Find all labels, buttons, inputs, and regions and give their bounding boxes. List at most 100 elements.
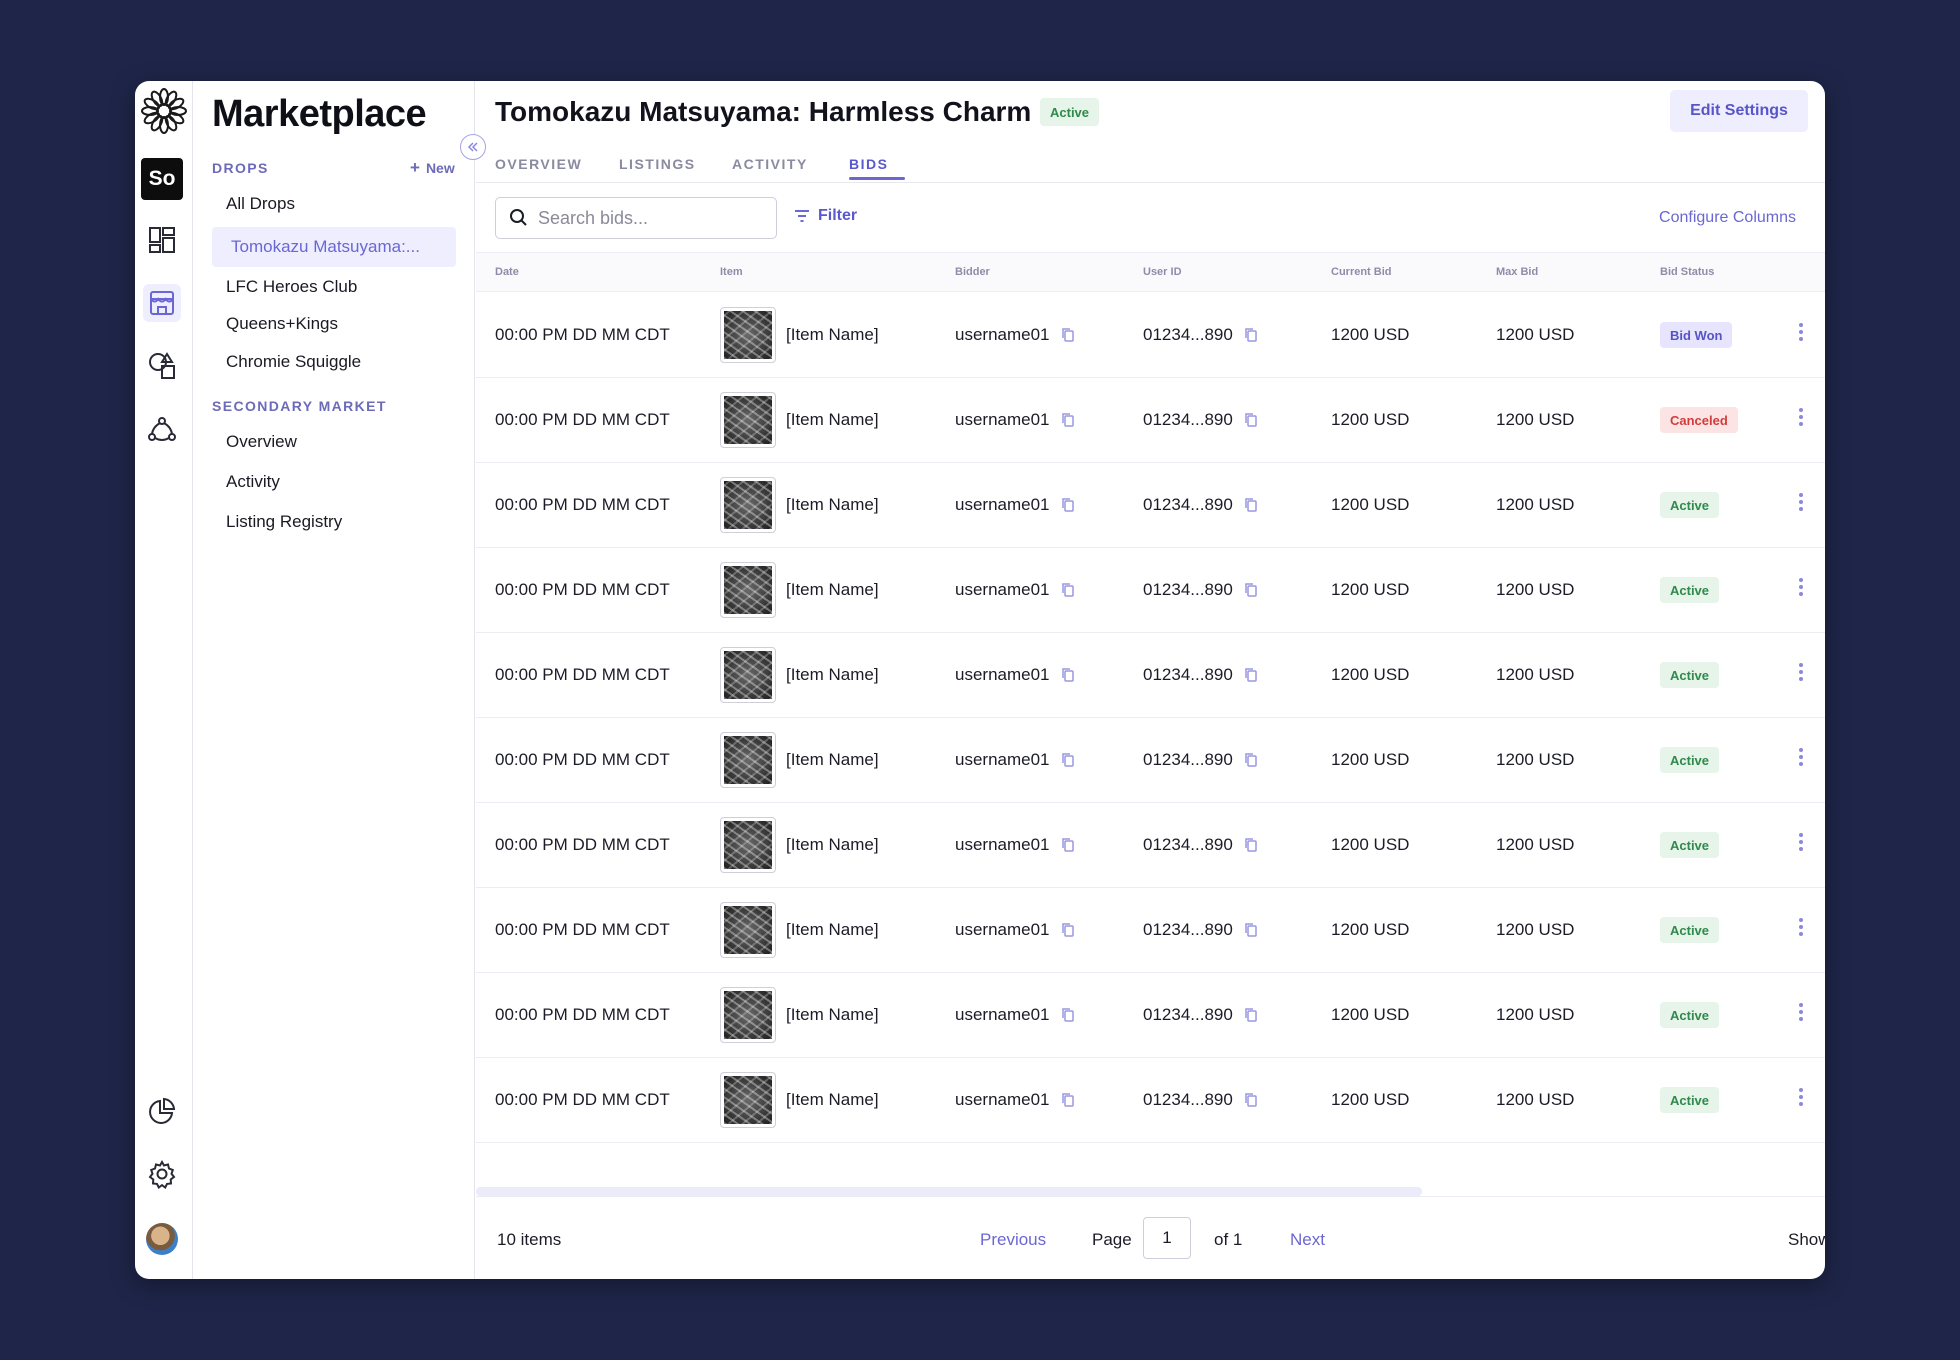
copy-icon[interactable] [1244,922,1258,938]
next-page-button[interactable]: Next [1290,1230,1325,1250]
row-more-icon[interactable] [1799,663,1803,681]
bidder-name: username01 [955,325,1050,344]
copy-icon[interactable] [1244,327,1258,343]
analytics-pie-icon[interactable] [143,1092,181,1130]
column-header-bid-status[interactable]: Bid Status [1660,266,1714,278]
table-row[interactable]: 00:00 PM DD MM CDT [Item Name] username01 0… [476,888,1825,973]
item-cell[interactable]: [Item Name] [720,463,879,547]
item-cell[interactable]: [Item Name] [720,378,879,462]
edit-settings-button[interactable]: Edit Settings [1670,90,1808,132]
copy-icon[interactable] [1061,1092,1075,1108]
copy-icon[interactable] [1061,582,1075,598]
copy-icon[interactable] [1244,412,1258,428]
copy-icon[interactable] [1061,667,1075,683]
copy-icon[interactable] [1244,497,1258,513]
tab-overview[interactable]: OVERVIEW [495,156,582,172]
gear-icon[interactable] [143,1155,181,1193]
table-row[interactable]: 00:00 PM DD MM CDT [Item Name] username01 0… [476,463,1825,548]
marketplace-store-icon[interactable] [143,284,181,322]
column-header-date[interactable]: Date [495,266,519,278]
copy-icon[interactable] [1061,752,1075,768]
copy-icon[interactable] [1061,837,1075,853]
copy-icon[interactable] [1244,752,1258,768]
copy-icon[interactable] [1061,497,1075,513]
copy-icon[interactable] [1244,1092,1258,1108]
bid-status-cell: Active [1660,463,1720,547]
sidebar-item-activity[interactable]: Activity [226,472,280,492]
table-row[interactable]: 00:00 PM DD MM CDT [Item Name] username01 0… [476,548,1825,633]
drops-section-label: DROPS [212,160,269,176]
sidebar-item-chromie-squiggle[interactable]: Chromie Squiggle [226,352,361,372]
copy-icon[interactable] [1061,1007,1075,1023]
copy-icon[interactable] [1061,412,1075,428]
sidebar-item-listing-registry[interactable]: Listing Registry [226,512,342,532]
current-bid: 1200 USD [1331,920,1410,939]
row-more-icon[interactable] [1799,748,1803,766]
row-more-icon[interactable] [1799,493,1803,511]
table-row[interactable]: 00:00 PM DD MM CDT [Item Name] username01 0… [476,718,1825,803]
org-switcher[interactable]: So [141,158,183,200]
table-row[interactable]: 00:00 PM DD MM CDT [Item Name] username01 0… [476,1058,1825,1143]
column-header-user-id[interactable]: User ID [1143,266,1182,278]
dashboard-icon[interactable] [143,221,181,259]
column-header-current-bid[interactable]: Current Bid [1331,266,1392,278]
item-cell[interactable]: [Item Name] [720,888,879,972]
table-row[interactable]: 00:00 PM DD MM CDT [Item Name] username01 0… [476,293,1825,378]
table-row[interactable]: 00:00 PM DD MM CDT [Item Name] username01 0… [476,633,1825,718]
copy-icon[interactable] [1244,1007,1258,1023]
shapes-icon[interactable] [143,347,181,385]
row-more-icon[interactable] [1799,1003,1803,1021]
tab-bids[interactable]: BIDS [849,156,888,172]
item-cell[interactable]: [Item Name] [720,293,879,377]
column-header-item[interactable]: Item [720,266,743,278]
item-cell[interactable]: [Item Name] [720,973,879,1057]
copy-icon[interactable] [1244,667,1258,683]
search-input[interactable] [538,207,758,229]
bidder-cell: username01 [955,548,1075,632]
page-number-input[interactable]: 1 [1143,1217,1191,1259]
sidebar-item-tomokazu[interactable]: Tomokazu Matsuyama:... [212,227,456,267]
bidder-cell: username01 [955,888,1075,972]
sidebar-item-queens-kings[interactable]: Queens+Kings [226,314,338,334]
row-more-icon[interactable] [1799,833,1803,851]
row-more-icon[interactable] [1799,1088,1803,1106]
logo-flower-icon[interactable] [140,87,188,135]
item-cell[interactable]: [Item Name] [720,633,879,717]
column-header-max-bid[interactable]: Max Bid [1496,266,1538,278]
sidebar-item-all-drops[interactable]: All Drops [226,194,295,214]
item-cell[interactable]: [Item Name] [720,803,879,887]
filter-button[interactable]: Filter [794,207,857,225]
tab-activity[interactable]: ACTIVITY [732,156,808,172]
new-drop-button[interactable]: + New [410,159,455,176]
row-more-icon[interactable] [1799,578,1803,596]
bid-status-badge: Active [1660,1087,1720,1113]
copy-icon[interactable] [1244,582,1258,598]
collapse-sidebar-button[interactable] [460,134,486,160]
current-bid: 1200 USD [1331,410,1410,429]
item-cell[interactable]: [Item Name] [720,548,879,632]
table-row[interactable]: 00:00 PM DD MM CDT [Item Name] username01 0… [476,378,1825,463]
row-more-icon[interactable] [1799,323,1803,341]
column-header-bidder[interactable]: Bidder [955,266,990,278]
tab-listings[interactable]: LISTINGS [619,156,696,172]
status-badge: Active [1040,98,1100,126]
table-row[interactable]: 00:00 PM DD MM CDT [Item Name] username01 0… [476,973,1825,1058]
table-row[interactable]: 00:00 PM DD MM CDT [Item Name] username01 0… [476,803,1825,888]
row-more-icon[interactable] [1799,918,1803,936]
sidebar-item-overview[interactable]: Overview [226,432,297,452]
bid-status-badge: Canceled [1660,407,1738,433]
item-cell[interactable]: [Item Name] [720,718,879,802]
previous-page-button[interactable]: Previous [980,1230,1046,1250]
item-cell[interactable]: [Item Name] [720,1058,879,1142]
current-bid: 1200 USD [1331,1090,1410,1109]
network-icon[interactable] [143,411,181,449]
avatar[interactable] [146,1223,178,1255]
horizontal-scrollbar[interactable] [476,1187,1422,1196]
copy-icon[interactable] [1244,837,1258,853]
sidebar-item-lfc-heroes[interactable]: LFC Heroes Club [226,277,357,297]
copy-icon[interactable] [1061,327,1075,343]
search-box[interactable] [495,197,777,239]
row-more-icon[interactable] [1799,408,1803,426]
configure-columns-button[interactable]: Configure Columns [1659,209,1796,227]
copy-icon[interactable] [1061,922,1075,938]
